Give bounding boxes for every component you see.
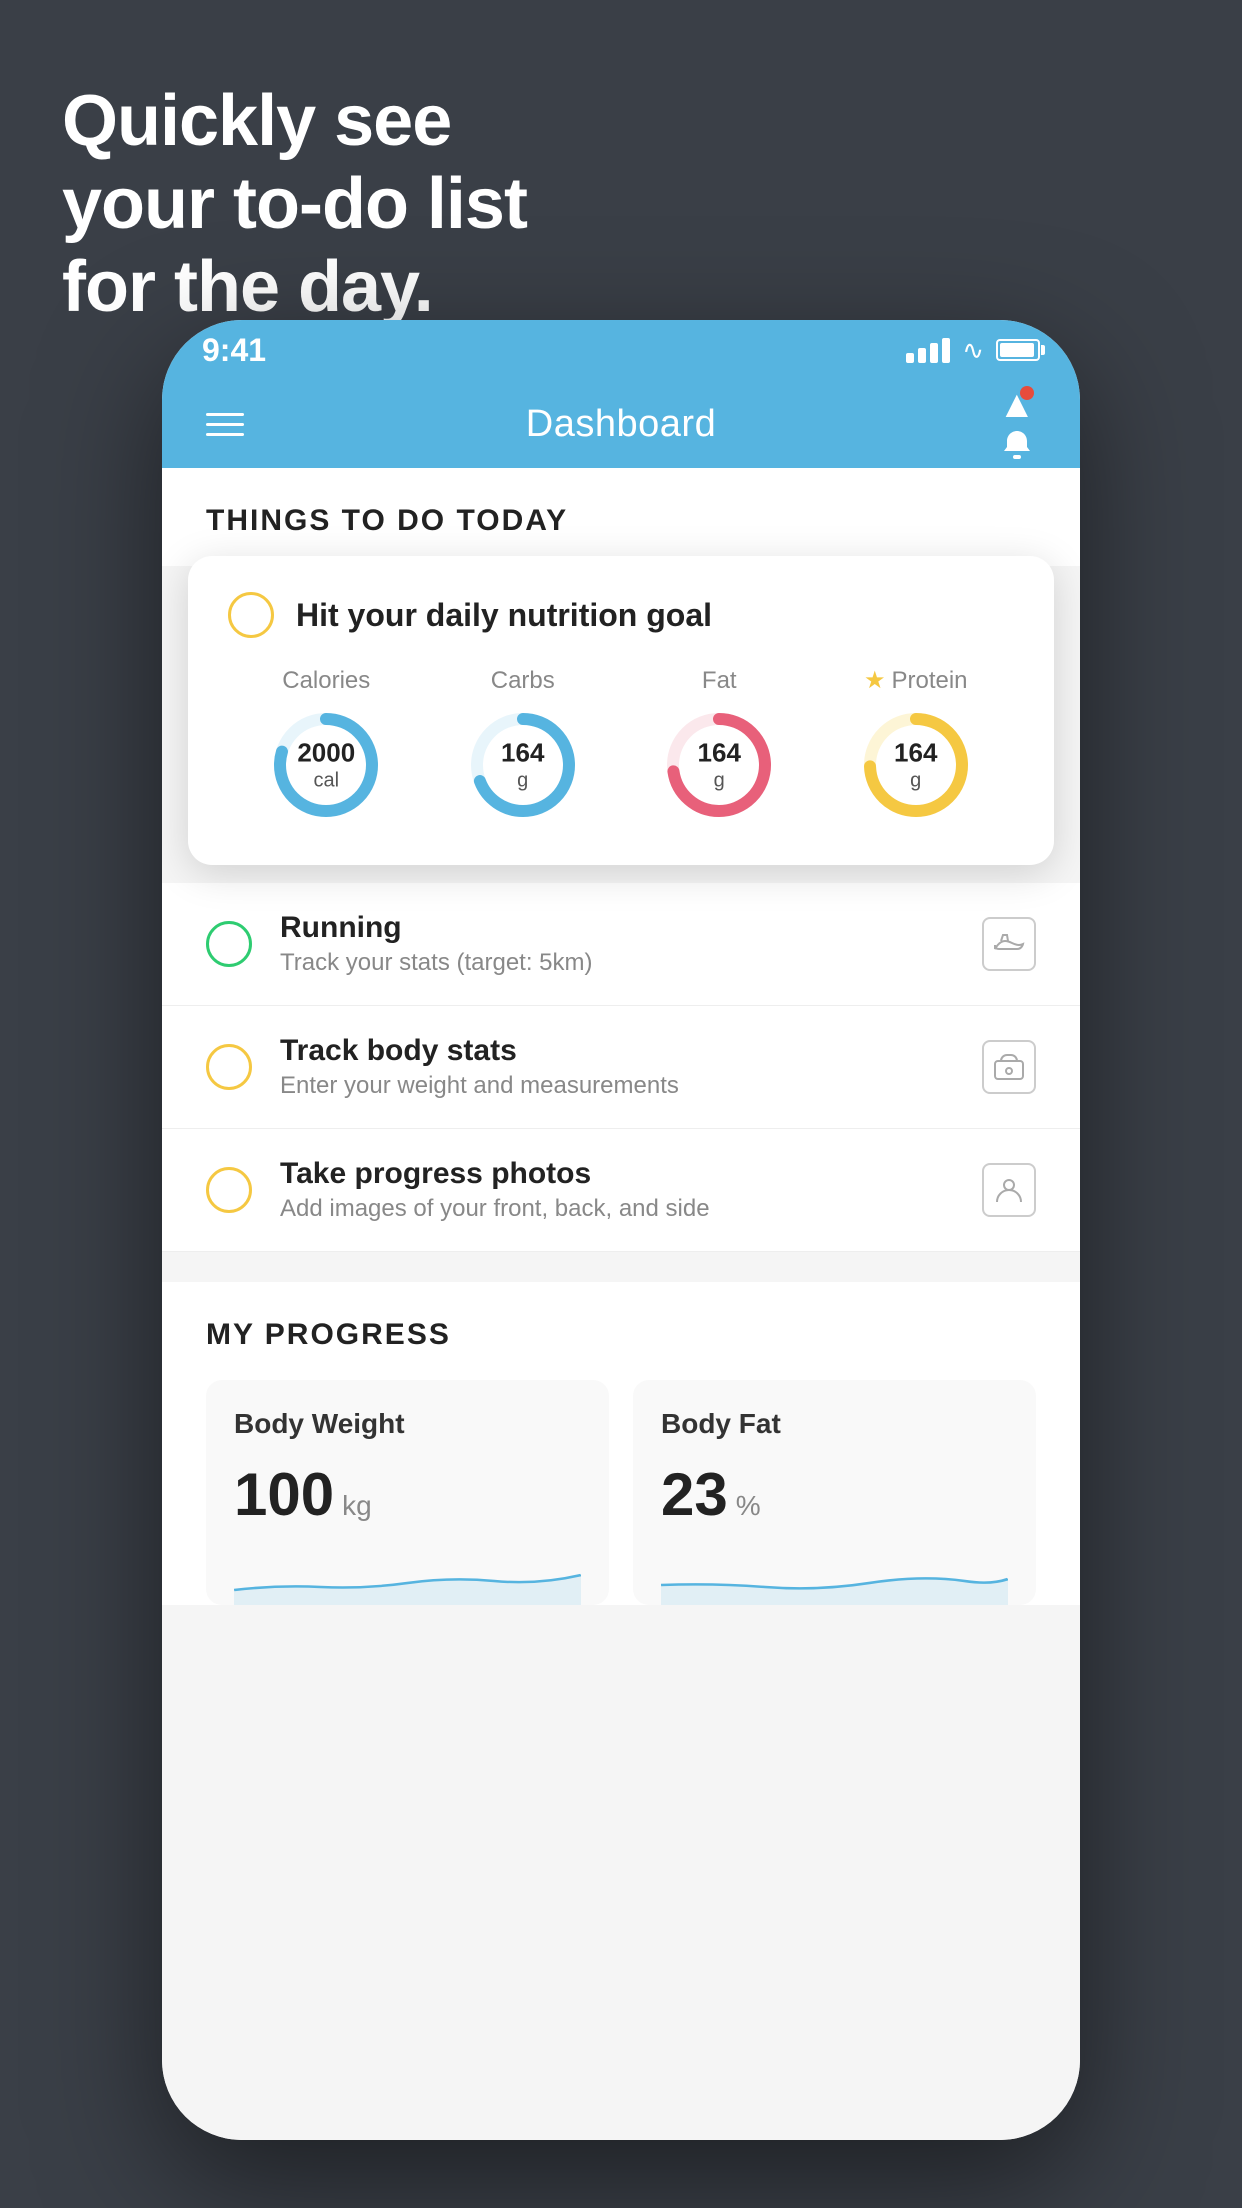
status-icons: ∿ xyxy=(906,335,1040,366)
running-title: Running xyxy=(280,911,954,945)
protein-donut: 164 g xyxy=(856,705,976,825)
todo-list: Running Track your stats (target: 5km) T… xyxy=(162,883,1080,1252)
calories-unit: cal xyxy=(297,769,355,793)
stat-protein: ★ Protein 164 g xyxy=(856,666,976,825)
photos-text: Take progress photos Add images of your … xyxy=(280,1157,954,1223)
nutrition-card[interactable]: Hit your daily nutrition goal Calories 2… xyxy=(188,556,1054,865)
progress-title: MY PROGRESS xyxy=(206,1318,1036,1352)
stat-fat: Fat 164 g xyxy=(659,667,779,825)
progress-cards: Body Weight 100 kg Body Fat xyxy=(206,1380,1036,1605)
calories-donut: 2000 cal xyxy=(266,705,386,825)
carbs-donut: 164 g xyxy=(463,705,583,825)
body-fat-value: 23 % xyxy=(661,1460,1008,1529)
phone-frame: 9:41 ∿ Dashboard ▲ xyxy=(162,320,1080,2140)
nutrition-card-header: Hit your daily nutrition goal xyxy=(228,592,1014,638)
notification-dot xyxy=(1020,386,1034,400)
fat-donut: 164 g xyxy=(659,705,779,825)
body-weight-title: Body Weight xyxy=(234,1408,581,1440)
protein-unit: g xyxy=(894,769,937,793)
fat-value: 164 xyxy=(698,737,741,768)
stat-calories: Calories 2000 cal xyxy=(266,667,386,825)
photos-icon-box xyxy=(982,1163,1036,1217)
wifi-icon: ∿ xyxy=(962,335,984,366)
photos-checkbox[interactable] xyxy=(206,1167,252,1213)
status-bar: 9:41 ∿ xyxy=(162,320,1080,380)
stat-carbs: Carbs 164 g xyxy=(463,667,583,825)
progress-section: MY PROGRESS Body Weight 100 kg xyxy=(162,1282,1080,1605)
fat-unit: g xyxy=(698,769,741,793)
running-checkbox[interactable] xyxy=(206,921,252,967)
protein-value: 164 xyxy=(894,737,937,768)
body-fat-title: Body Fat xyxy=(661,1408,1008,1440)
nutrition-checkbox[interactable] xyxy=(228,592,274,638)
battery-icon xyxy=(996,339,1040,361)
running-text: Running Track your stats (target: 5km) xyxy=(280,911,954,977)
things-to-do-title: THINGS TO DO TODAY xyxy=(206,504,568,537)
star-icon: ★ xyxy=(864,666,886,695)
protein-label: ★ Protein xyxy=(864,666,968,695)
body-weight-chart xyxy=(234,1545,581,1605)
person-icon xyxy=(993,1176,1025,1204)
photos-subtitle: Add images of your front, back, and side xyxy=(280,1195,954,1223)
todo-item-body-stats[interactable]: Track body stats Enter your weight and m… xyxy=(162,1006,1080,1129)
body-stats-icon-box xyxy=(982,1040,1036,1094)
todo-item-photos[interactable]: Take progress photos Add images of your … xyxy=(162,1129,1080,1252)
body-fat-card[interactable]: Body Fat 23 % xyxy=(633,1380,1036,1605)
signal-icon xyxy=(906,338,950,363)
running-subtitle: Track your stats (target: 5km) xyxy=(280,949,954,977)
body-weight-unit: kg xyxy=(342,1490,372,1522)
calories-label: Calories xyxy=(282,667,370,695)
todo-item-running[interactable]: Running Track your stats (target: 5km) xyxy=(162,883,1080,1006)
body-fat-unit: % xyxy=(736,1490,761,1522)
body-weight-card[interactable]: Body Weight 100 kg xyxy=(206,1380,609,1605)
body-stats-subtitle: Enter your weight and measurements xyxy=(280,1072,954,1100)
notification-bell-button[interactable]: ▲ xyxy=(998,384,1036,465)
nutrition-title: Hit your daily nutrition goal xyxy=(296,597,712,634)
fat-label: Fat xyxy=(702,667,737,695)
hamburger-menu[interactable] xyxy=(206,413,244,436)
things-to-do-section: THINGS TO DO TODAY xyxy=(162,468,1080,566)
carbs-value: 164 xyxy=(501,737,544,768)
body-fat-num: 23 xyxy=(661,1460,728,1529)
photos-title: Take progress photos xyxy=(280,1157,954,1191)
carbs-label: Carbs xyxy=(491,667,555,695)
calories-value: 2000 xyxy=(297,737,355,768)
body-weight-value: 100 kg xyxy=(234,1460,581,1529)
body-stats-checkbox[interactable] xyxy=(206,1044,252,1090)
scale-icon xyxy=(993,1053,1025,1081)
headline: Quickly see your to-do list for the day. xyxy=(62,80,527,328)
shoe-icon xyxy=(993,933,1025,955)
body-stats-text: Track body stats Enter your weight and m… xyxy=(280,1034,954,1100)
body-weight-num: 100 xyxy=(234,1460,334,1529)
status-time: 9:41 xyxy=(202,332,266,369)
nutrition-stats: Calories 2000 cal Carbs xyxy=(228,666,1014,825)
app-header: Dashboard ▲ xyxy=(162,380,1080,468)
carbs-unit: g xyxy=(501,769,544,793)
header-title: Dashboard xyxy=(526,403,716,446)
app-content: THINGS TO DO TODAY Hit your daily nutrit… xyxy=(162,468,1080,2140)
body-stats-title: Track body stats xyxy=(280,1034,954,1068)
running-icon-box xyxy=(982,917,1036,971)
body-fat-chart xyxy=(661,1545,1008,1605)
